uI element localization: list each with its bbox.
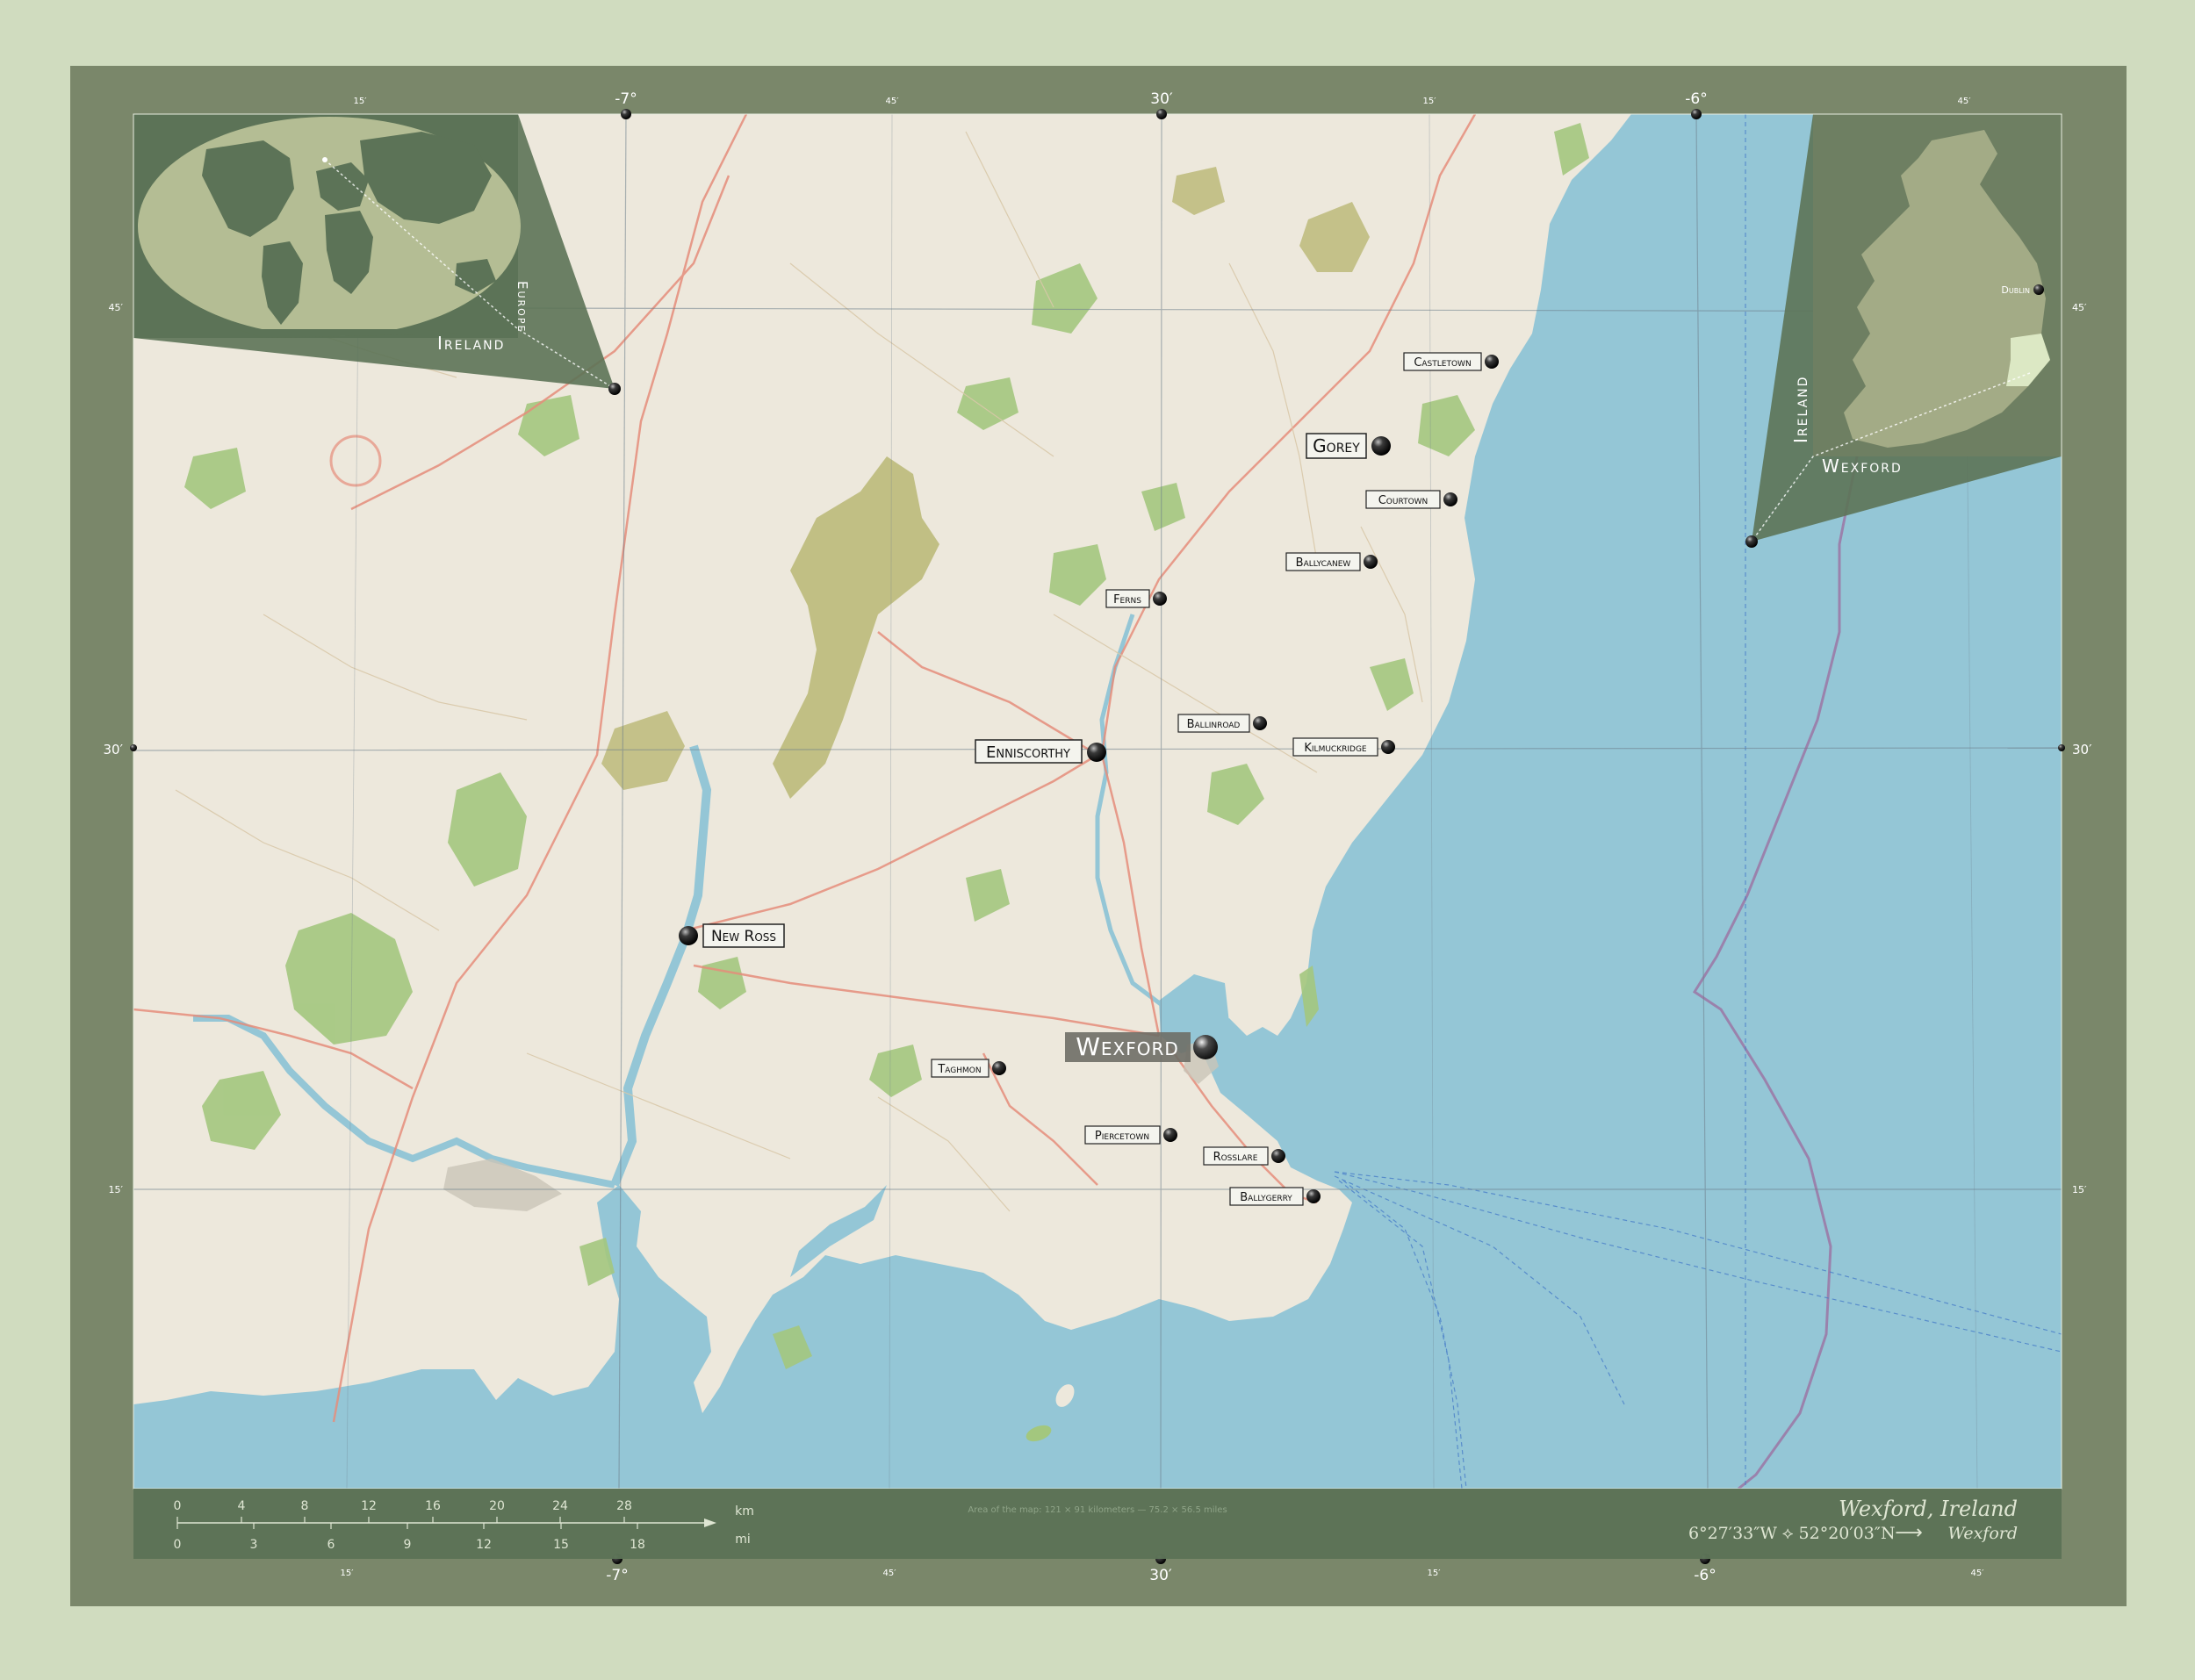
scale-mi-tick: 3 <box>250 1538 258 1552</box>
scale-mi-tick: 0 <box>174 1538 182 1552</box>
scale-km-tick: 28 <box>616 1499 632 1513</box>
scale-km-tick: 16 <box>425 1499 441 1513</box>
enniscorthy-marker[interactable] <box>1087 743 1106 762</box>
scale-mi-tick: 15 <box>553 1538 569 1552</box>
kilmuckridge-marker[interactable] <box>1381 740 1395 754</box>
enniscorthy-label[interactable]: Enniscorthy <box>986 743 1070 762</box>
scale-km-tick: 20 <box>489 1499 505 1513</box>
grid-left: 45′ <box>109 302 124 313</box>
ballycanew-marker[interactable] <box>1364 555 1378 569</box>
grid-bottom-major: 30′ <box>1149 1567 1172 1584</box>
gorey-label[interactable]: Gorey <box>1313 435 1360 456</box>
grid-top-major: 30′ <box>1150 90 1173 108</box>
grid-bottom-minor: 15′ <box>341 1569 355 1578</box>
grid-bottom-major: -6° <box>1694 1567 1716 1584</box>
grid-right: 30′ <box>2072 742 2092 757</box>
grid-bottom-major: -7° <box>606 1567 628 1584</box>
map-body[interactable]: Europe Ireland Dublin Ireland Wexford <box>133 114 2062 1489</box>
map-title: Wexford, Ireland <box>1839 1497 2018 1521</box>
castletown-label[interactable]: Castletown <box>1414 356 1471 370</box>
map-coords: 6°27′33″W ⟡ 52°20′03″N <box>1688 1524 1896 1543</box>
scale-mi-tick: 9 <box>404 1538 412 1552</box>
ballinroad-label[interactable]: Ballinroad <box>1187 718 1241 731</box>
kilmuckridge-label[interactable]: Kilmuckridge <box>1304 742 1367 755</box>
map-arrow: ⟶ <box>1895 1522 1923 1544</box>
wexford-marker[interactable] <box>1193 1035 1218 1059</box>
wexford-label[interactable]: Wexford <box>1076 1032 1179 1061</box>
grid-left: 15′ <box>109 1184 124 1195</box>
ireland-country-label: Ireland <box>1790 376 1811 443</box>
scale-mi-tick: 18 <box>630 1538 645 1552</box>
scale-mi-tick: 6 <box>327 1538 335 1552</box>
scale-km-tick: 4 <box>238 1499 246 1513</box>
courtown-marker[interactable] <box>1443 492 1457 506</box>
ireland-world-label: Ireland <box>437 333 505 354</box>
new-ross-label[interactable]: New Ross <box>711 928 776 945</box>
grid-bottom-minor: 45′ <box>883 1569 897 1578</box>
rosslare-marker[interactable] <box>1271 1149 1285 1163</box>
scale-km-unit: km <box>735 1504 754 1518</box>
ferns-label[interactable]: Ferns <box>1113 593 1141 607</box>
scale-km-tick: 24 <box>552 1499 568 1513</box>
gorey-marker[interactable] <box>1371 436 1391 456</box>
grid-top-minor: 45′ <box>886 97 900 106</box>
area-text: Area of the map: 121 × 91 kilometers — 7… <box>968 1505 1227 1515</box>
scale-km-tick: 8 <box>301 1499 309 1513</box>
ballinroad-marker[interactable] <box>1253 716 1267 730</box>
ballycanew-label[interactable]: Ballycanew <box>1296 556 1351 570</box>
grid-right: 15′ <box>2072 1184 2087 1195</box>
piercetown-label[interactable]: Piercetown <box>1095 1130 1149 1143</box>
grid-bottom-minor: 15′ <box>1428 1569 1442 1578</box>
grid-top-minor: 45′ <box>1958 97 1972 106</box>
scale-km-tick: 0 <box>174 1499 182 1513</box>
castletown-marker[interactable] <box>1485 355 1499 369</box>
dublin-marker <box>2033 284 2044 295</box>
piercetown-marker[interactable] <box>1163 1128 1177 1142</box>
grid-top-minor: 15′ <box>1423 97 1437 106</box>
scale-mi-unit: mi <box>735 1533 751 1547</box>
rosslare-label[interactable]: Rosslare <box>1213 1151 1258 1164</box>
grid-top-minor: 15′ <box>354 97 368 106</box>
map-stage: Europe Ireland Dublin Ireland Wexford -7… <box>70 66 2127 1606</box>
grid-top-major: -6° <box>1685 90 1707 108</box>
grid-left: 30′ <box>104 742 124 757</box>
info-panel: 0 4 8 12 16 20 24 28 0 3 6 9 12 15 18 km… <box>133 1489 2062 1559</box>
taghmon-marker[interactable] <box>992 1061 1006 1075</box>
taghmon-label[interactable]: Taghmon <box>937 1063 981 1076</box>
grid-top-major: -7° <box>615 90 637 108</box>
dublin-label: Dublin <box>2001 284 2030 296</box>
ballygerry-marker[interactable] <box>1306 1189 1321 1203</box>
ferns-marker[interactable] <box>1153 592 1167 606</box>
new-ross-marker[interactable] <box>679 926 698 945</box>
courtown-label[interactable]: Courtown <box>1378 494 1429 507</box>
map-target: Wexford <box>1947 1524 2018 1543</box>
scale-km-tick: 12 <box>361 1499 377 1513</box>
wexford-country-label: Wexford <box>1822 456 1903 477</box>
grid-right: 45′ <box>2072 302 2087 313</box>
grid-bottom-minor: 45′ <box>1971 1569 1985 1578</box>
europe-label: Europe <box>515 281 530 333</box>
ballygerry-label[interactable]: Ballygerry <box>1240 1191 1292 1204</box>
scale-mi-tick: 12 <box>476 1538 492 1552</box>
